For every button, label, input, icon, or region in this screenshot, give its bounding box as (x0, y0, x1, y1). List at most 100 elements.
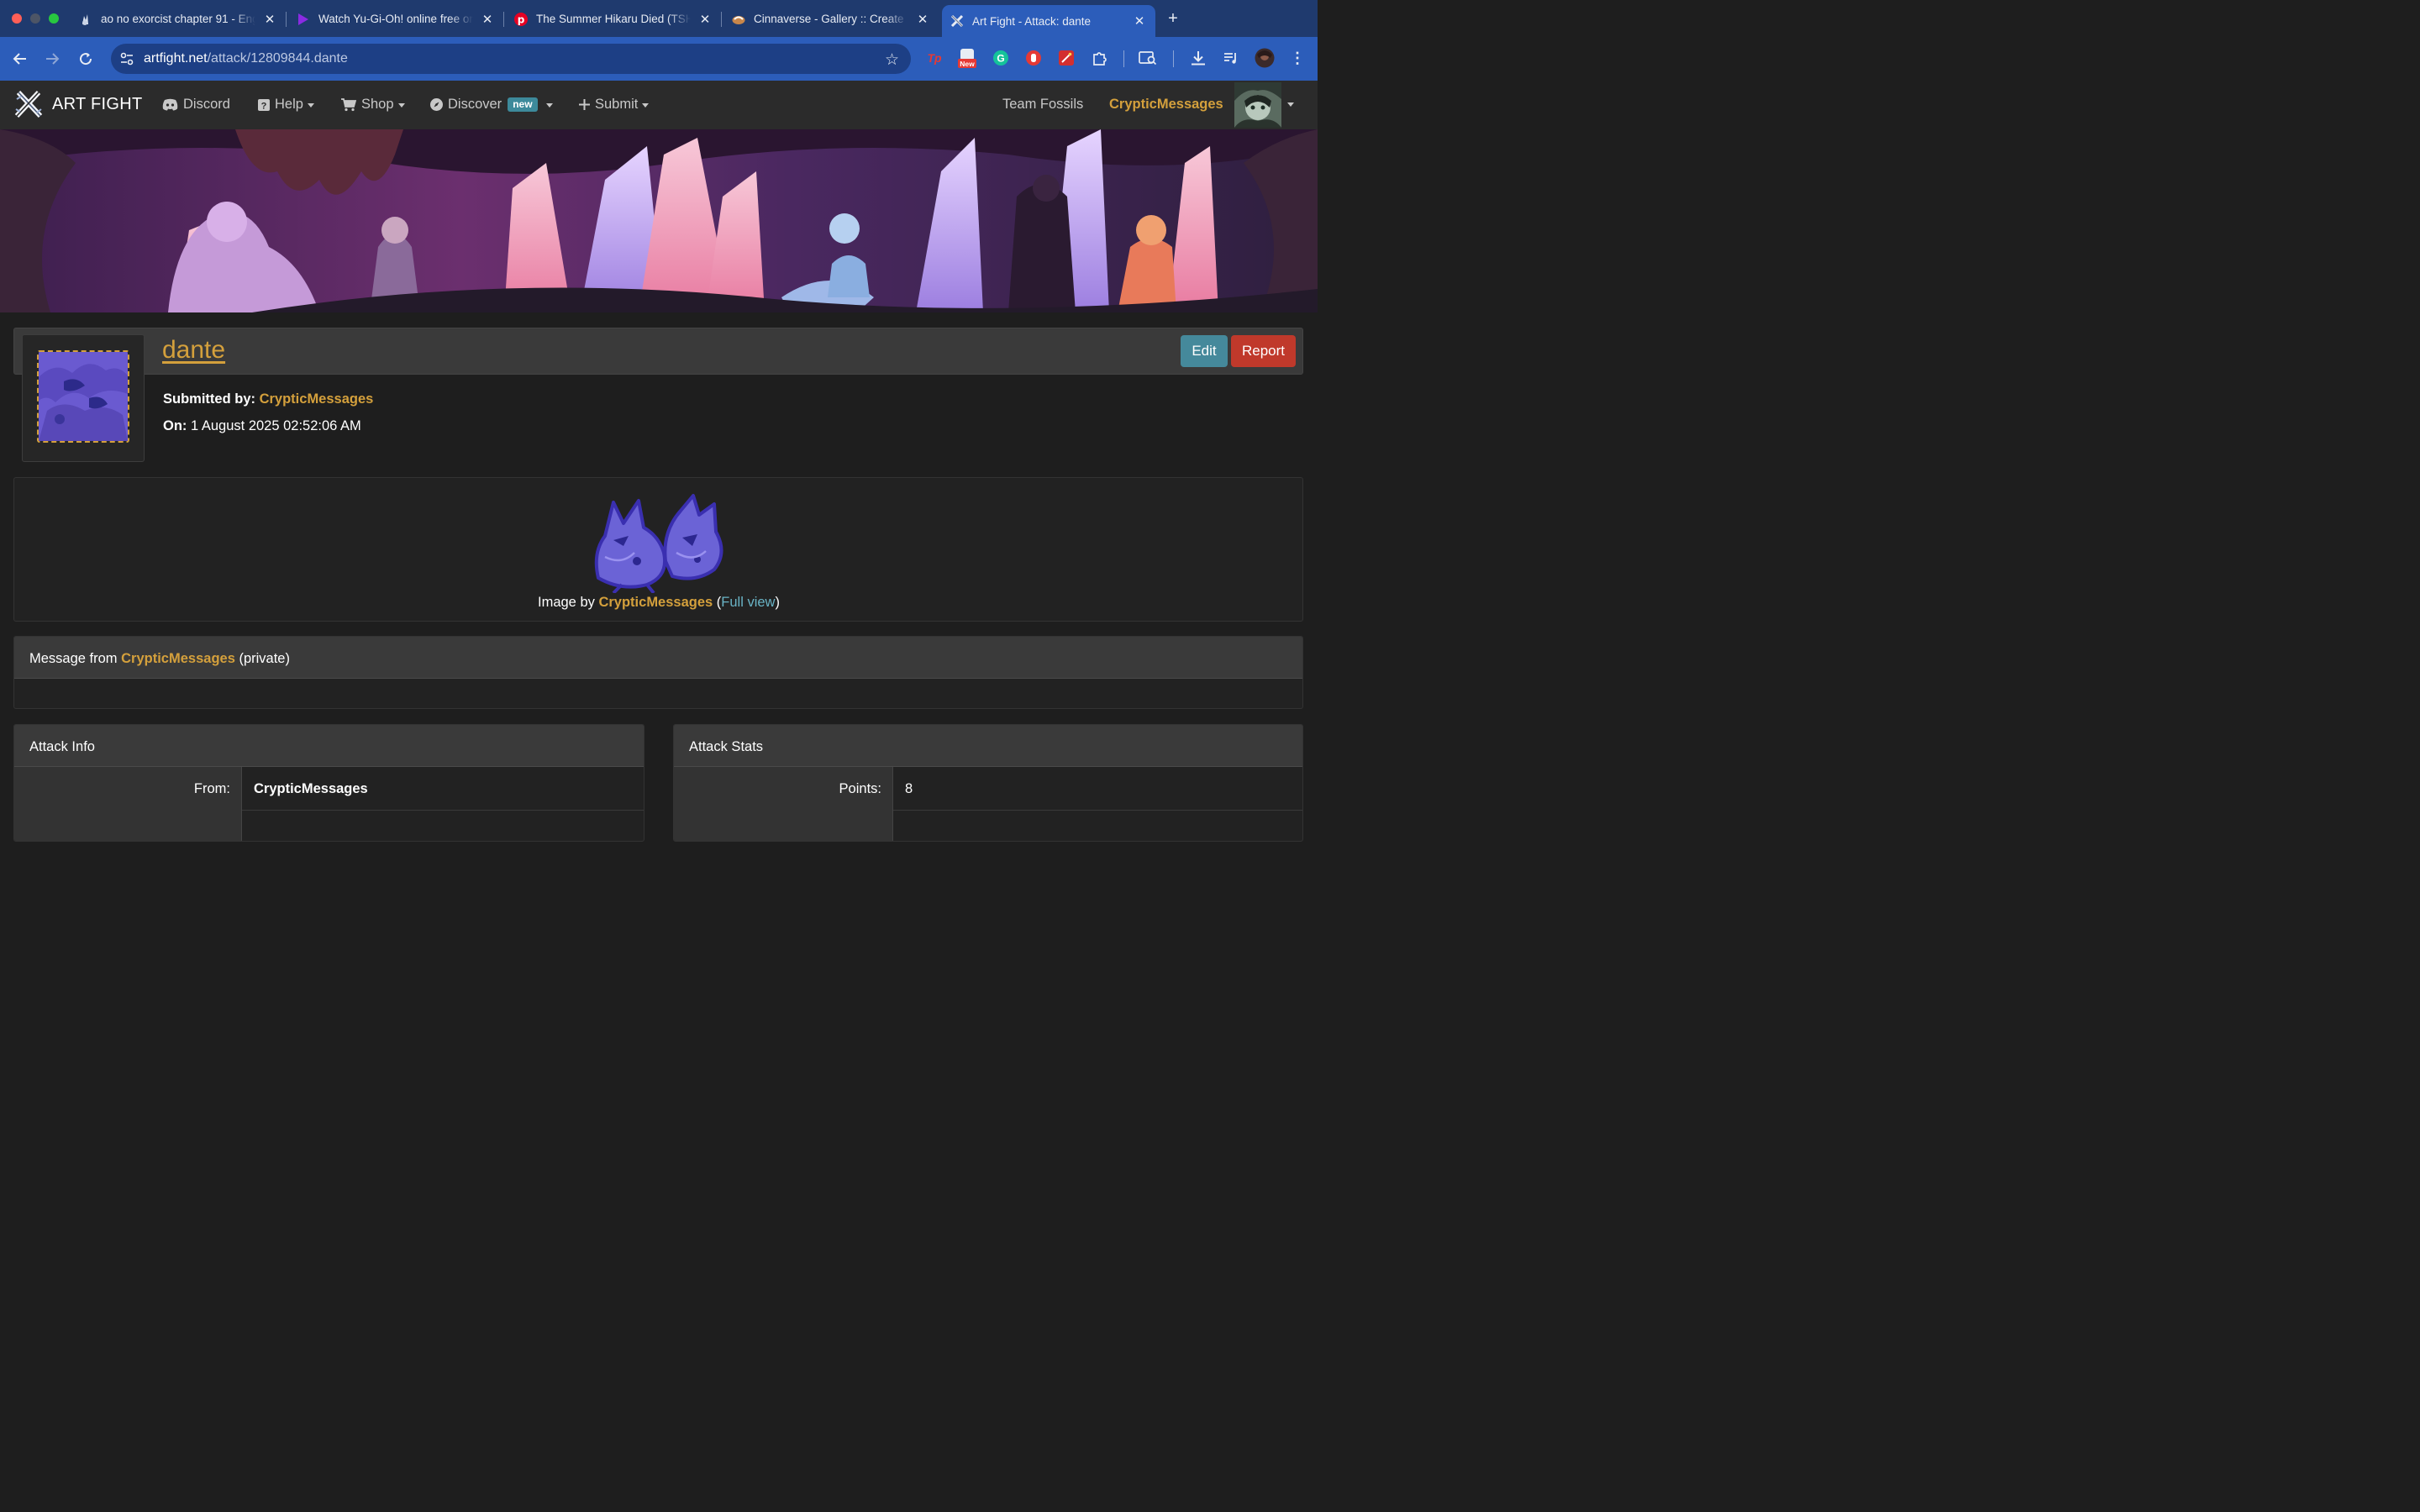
nav-submit[interactable]: Submit (579, 97, 650, 113)
image-by-label: Image by (538, 595, 595, 610)
info-row-from: From: CrypticMessages (14, 767, 644, 811)
new-badge: new (508, 97, 538, 112)
report-button[interactable]: Report (1231, 335, 1296, 367)
chevron-down-icon (642, 103, 650, 108)
close-icon[interactable]: ✕ (915, 12, 930, 27)
wand-extension-icon[interactable] (1057, 49, 1076, 67)
nav-discord[interactable]: Discord (162, 97, 230, 113)
artfight-favicon-icon (950, 14, 964, 28)
play-triangle-favicon-icon (297, 13, 310, 26)
hand-stop-extension-icon[interactable] (1024, 49, 1043, 67)
submitted-by-user-link[interactable]: CrypticMessages (260, 391, 374, 407)
address-bar[interactable]: artfight.net/attack/12809844.dante ☆ (111, 44, 911, 74)
submitted-date: 1 August 2025 02:52:06 AM (191, 418, 361, 433)
shopping-cart-icon (341, 97, 356, 112)
user-avatar[interactable] (1234, 82, 1281, 128)
browser-tab[interactable]: Watch Yu-Gi-Oh! online free on ✕ (288, 6, 503, 32)
nav-shop[interactable]: Shop (341, 97, 405, 113)
arrow-right-icon (46, 53, 60, 65)
media-control-icon[interactable] (1222, 49, 1240, 67)
close-icon[interactable]: ✕ (262, 12, 277, 27)
pinterest-favicon-icon: p (514, 12, 528, 26)
new-tab-button[interactable]: + (1163, 8, 1183, 29)
submitted-by-line: Submitted by: CrypticMessages (163, 391, 373, 407)
attack-thumbnail[interactable] (37, 350, 129, 443)
url-path: /attack/12809844.dante (207, 51, 348, 66)
grammarly-icon[interactable]: G (992, 49, 1010, 67)
nav-username[interactable]: CrypticMessages (1109, 97, 1223, 113)
browser-tab-active[interactable]: Art Fight - Attack: dante ✕ (942, 5, 1155, 37)
window-close-button[interactable] (12, 13, 22, 24)
tab-title: Watch Yu-Gi-Oh! online free on (318, 13, 473, 25)
on-label: On: (163, 418, 187, 433)
site-navbar: ART FIGHT Discord ? Help Shop Discover n… (0, 81, 1318, 129)
window-minimize-button[interactable] (30, 13, 40, 24)
svg-text:G: G (997, 53, 1004, 65)
nav-discord-label: Discord (183, 97, 230, 112)
tab-search-icon[interactable] (1139, 49, 1157, 67)
nav-help[interactable]: ? Help (258, 97, 314, 113)
full-view-link[interactable]: Full view (721, 595, 775, 610)
arrow-left-icon (13, 53, 26, 65)
chevron-down-icon[interactable] (1287, 102, 1294, 107)
extensions-puzzle-icon[interactable] (1091, 49, 1109, 67)
stats-row-points: Points: 8 (674, 767, 1302, 811)
team-link[interactable]: Team Fossils (1002, 97, 1083, 113)
browser-tab[interactable]: p The Summer Hikaru Died (TSHD) ✕ (506, 6, 721, 32)
back-button[interactable] (10, 49, 30, 69)
url-text[interactable]: artfight.net/attack/12809844.dante (144, 51, 348, 66)
svg-text:p: p (518, 13, 525, 25)
attack-stats-heading: Attack Stats (674, 725, 1302, 767)
bookmark-star-icon[interactable]: ☆ (885, 50, 899, 70)
nav-submit-label: Submit (595, 97, 639, 112)
message-panel: Message from CrypticMessages (private) (13, 636, 1303, 709)
chevron-down-icon (545, 103, 553, 108)
close-icon[interactable]: ✕ (1132, 13, 1147, 29)
nav-discover-label: Discover (448, 97, 502, 112)
download-icon[interactable] (1189, 49, 1207, 67)
svg-text:?: ? (261, 101, 267, 111)
points-value: 8 (905, 780, 913, 796)
edit-button[interactable]: Edit (1181, 335, 1228, 367)
brand-link[interactable]: ART FIGHT (13, 88, 143, 120)
browser-tab[interactable]: ao no exorcist chapter 91 - English Scan… (71, 6, 286, 32)
browser-toolbar: artfight.net/attack/12809844.dante ☆ Tp … (0, 37, 1318, 81)
chevron-down-icon (397, 103, 405, 108)
close-icon[interactable]: ✕ (480, 12, 495, 27)
tp-extension-icon[interactable]: Tp (925, 49, 944, 67)
reload-icon (80, 53, 92, 66)
browser-tab-bar: ao no exorcist chapter 91 - English Scan… (0, 0, 1318, 37)
plus-icon (579, 99, 590, 110)
new-extension-icon[interactable]: New (958, 49, 976, 68)
question-square-icon: ? (258, 98, 270, 111)
tab-title: ao no exorcist chapter 91 - English Scan… (101, 13, 255, 25)
message-private-label: (private) (239, 651, 290, 666)
nav-shop-label: Shop (361, 97, 394, 112)
reload-button[interactable] (76, 49, 96, 69)
nav-discover[interactable]: Discover new (430, 97, 553, 113)
attack-info-panel: Attack Info From: CrypticMessages (13, 724, 644, 842)
browser-tab[interactable]: Cinnaverse - Gallery :: Create ✕ (723, 6, 939, 32)
image-credit: Image by CrypticMessages (Full view) (538, 595, 780, 610)
nav-help-label: Help (275, 97, 303, 112)
window-maximize-button[interactable] (49, 13, 59, 24)
submitted-by-label: Submitted by: (163, 391, 255, 407)
browser-menu-icon[interactable]: ⋮ (1288, 49, 1307, 67)
attack-title-link[interactable]: dante (162, 336, 225, 365)
image-by-user-link[interactable]: CrypticMessages (598, 595, 713, 610)
site-banner-image (0, 129, 1318, 312)
rabbit-favicon-icon (79, 13, 92, 26)
close-icon[interactable]: ✕ (697, 12, 713, 27)
tab-title: Cinnaverse - Gallery :: Create (754, 13, 904, 25)
message-from-user-link[interactable]: CrypticMessages (121, 651, 235, 666)
info-row (14, 811, 644, 841)
artfight-logo-icon (14, 90, 43, 118)
stats-row (674, 811, 1302, 841)
attack-image[interactable] (588, 486, 728, 593)
forward-button[interactable] (42, 49, 62, 69)
profile-avatar-icon[interactable] (1255, 48, 1275, 68)
site-settings-icon[interactable] (119, 51, 134, 71)
from-user-link[interactable]: CrypticMessages (242, 767, 368, 811)
chevron-down-icon (307, 103, 314, 108)
tab-title: The Summer Hikaru Died (TSHD) (536, 13, 691, 25)
